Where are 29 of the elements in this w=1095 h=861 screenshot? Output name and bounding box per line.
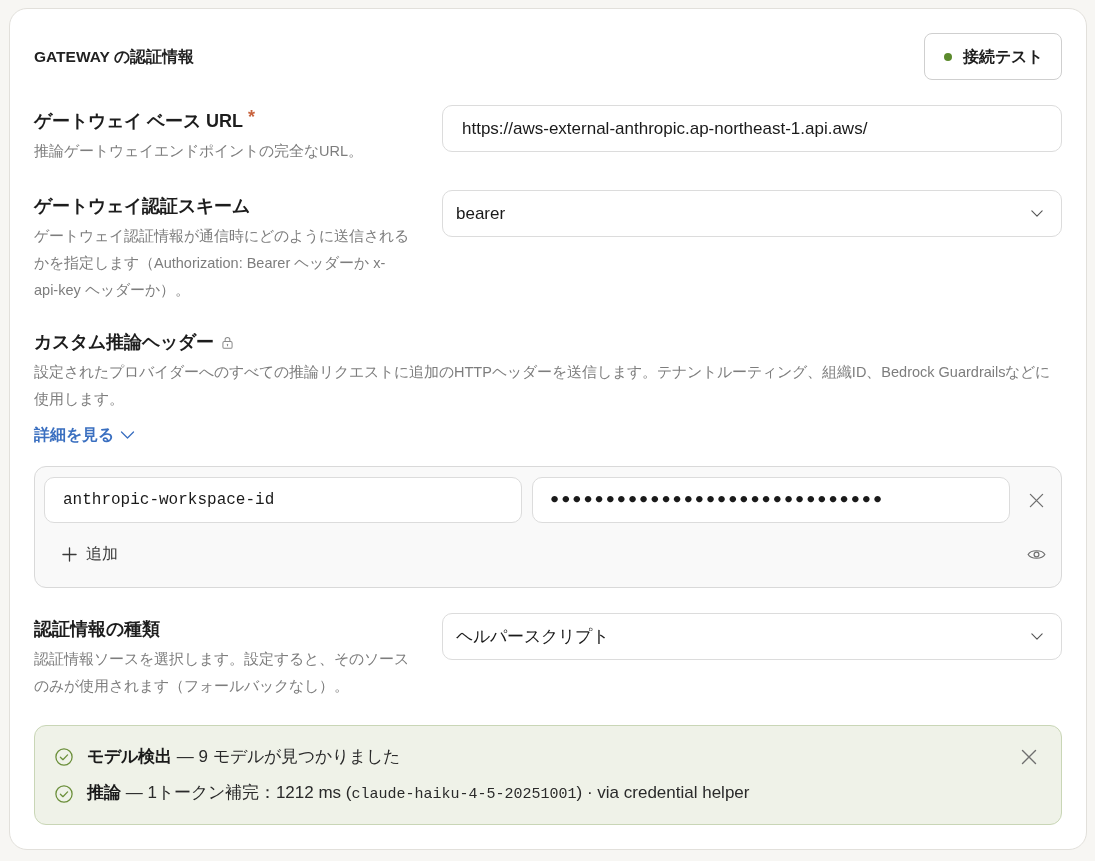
dropdown-select[interactable]: bearer <box>442 190 1062 237</box>
header-value-input[interactable]: •••••••••••••••••••••••••••••• <box>532 477 1010 523</box>
section-title: GATEWAY の認証情報 <box>34 46 194 67</box>
test-connection-button[interactable]: 接続テスト <box>924 33 1062 80</box>
check-circle-icon <box>55 785 73 803</box>
add-header-button[interactable]: 追加 <box>58 538 122 570</box>
close-icon <box>1028 492 1044 508</box>
field-label: カスタム推論ヘッダー <box>34 331 214 354</box>
close-icon <box>1021 749 1037 765</box>
chevron-down-icon <box>1031 210 1043 217</box>
field-description: ゲートウェイ認証情報が通信時にどのように送信されるかを指定します（Authorization: Bearer ヘッダーか x-api-key ヘッダーか）。 <box>34 227 409 300</box>
result-message: 推論 — 1トークン補完：1212 ms (claude-haiku-4-5-20251001) · via credential helper <box>87 782 750 805</box>
dropdown-select[interactable]: ヘルパースクリプト <box>442 613 1062 660</box>
details-link[interactable]: 詳細を見る <box>34 422 135 448</box>
check-circle-icon <box>55 748 73 766</box>
chevron-down-icon <box>120 431 135 439</box>
field-description: 設定されたプロバイダーへのすべての推論リクエストに追加のHTTPヘッダーを送信します。テナントルーティング、組織ID、Bedrock Guardrailsなどに使用します。 <box>34 363 1052 409</box>
field-label: ゲートウェイ ベース URL <box>34 110 243 133</box>
result-message: モデル検出 — 9 モデルが見つかりました <box>87 746 400 768</box>
plus-icon <box>62 546 77 562</box>
field-description: 認証情報ソースを選択します。設定すると、そのソースのみが使用されます（フォールバックなし）。 <box>34 650 409 696</box>
chevron-down-icon <box>1031 633 1043 640</box>
field-label: ゲートウェイ認証スキーム <box>34 195 250 218</box>
eye-icon <box>1026 547 1046 561</box>
url-input[interactable]: https://aws-external-anthropic.ap-northeast-1.api.aws/ <box>442 105 1062 152</box>
required-asterisk: * <box>248 108 255 126</box>
field-label: 認証情報の種類 <box>34 618 160 641</box>
field-description: 推論ゲートウェイエンドポイントの完全なURL。 <box>34 142 364 161</box>
header-name-input[interactable]: anthropic-workspace-id <box>44 477 522 523</box>
